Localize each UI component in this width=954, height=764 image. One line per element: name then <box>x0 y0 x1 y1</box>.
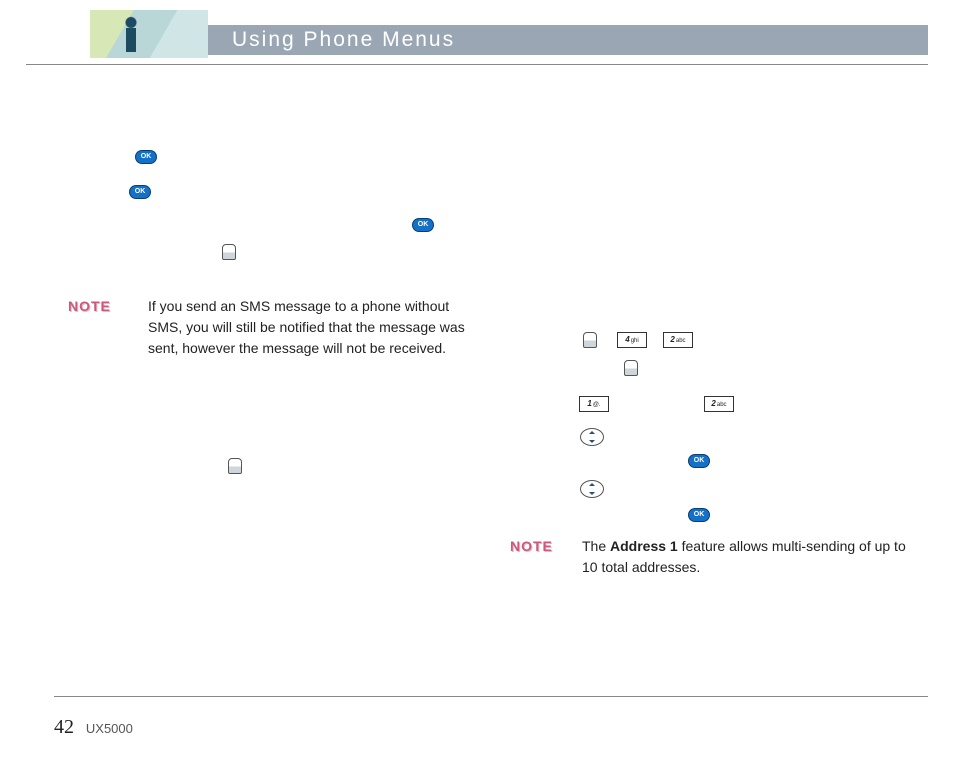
page-header: Using Phone Menus <box>0 10 954 60</box>
soft-key-icon <box>624 360 638 376</box>
chapter-title-bar: Using Phone Menus <box>208 25 928 55</box>
footer-rule <box>54 696 928 697</box>
soft-key-icon <box>583 332 597 348</box>
soft-key-icon <box>222 244 236 260</box>
note-block: NOTE The Address 1 feature allows multi-… <box>510 538 910 554</box>
key-1-icon: 1@. <box>579 396 609 412</box>
header-rule <box>26 64 928 65</box>
ok-icon: OK <box>135 150 157 164</box>
header-photo <box>90 10 208 58</box>
key-2abc-icon: 2abc <box>704 396 734 412</box>
key-4ghi-icon: 4ghi <box>617 332 647 348</box>
soft-key-icon <box>228 458 242 474</box>
key-2abc-icon: 2abc <box>663 332 693 348</box>
note-text: If you send an SMS message to a phone wi… <box>148 296 468 359</box>
manual-page: Using Phone Menus OK OK OK NOTE If you s… <box>0 0 954 764</box>
ok-icon: OK <box>129 185 151 199</box>
note-text: The Address 1 feature allows multi-sendi… <box>582 536 912 578</box>
ok-icon: OK <box>688 454 710 468</box>
ok-icon: OK <box>688 508 710 522</box>
chapter-title: Using Phone Menus <box>232 28 455 52</box>
navigation-key-icon <box>580 480 604 498</box>
ok-icon: OK <box>412 218 434 232</box>
navigation-key-icon <box>580 428 604 446</box>
page-footer: 42 UX5000 <box>54 716 133 739</box>
note-label: NOTE <box>510 538 553 554</box>
note-bold: Address 1 <box>610 538 678 554</box>
model-name: UX5000 <box>86 721 133 736</box>
page-number: 42 <box>54 716 74 738</box>
note-block: NOTE If you send an SMS message to a pho… <box>68 298 468 314</box>
note-label: NOTE <box>68 298 111 314</box>
